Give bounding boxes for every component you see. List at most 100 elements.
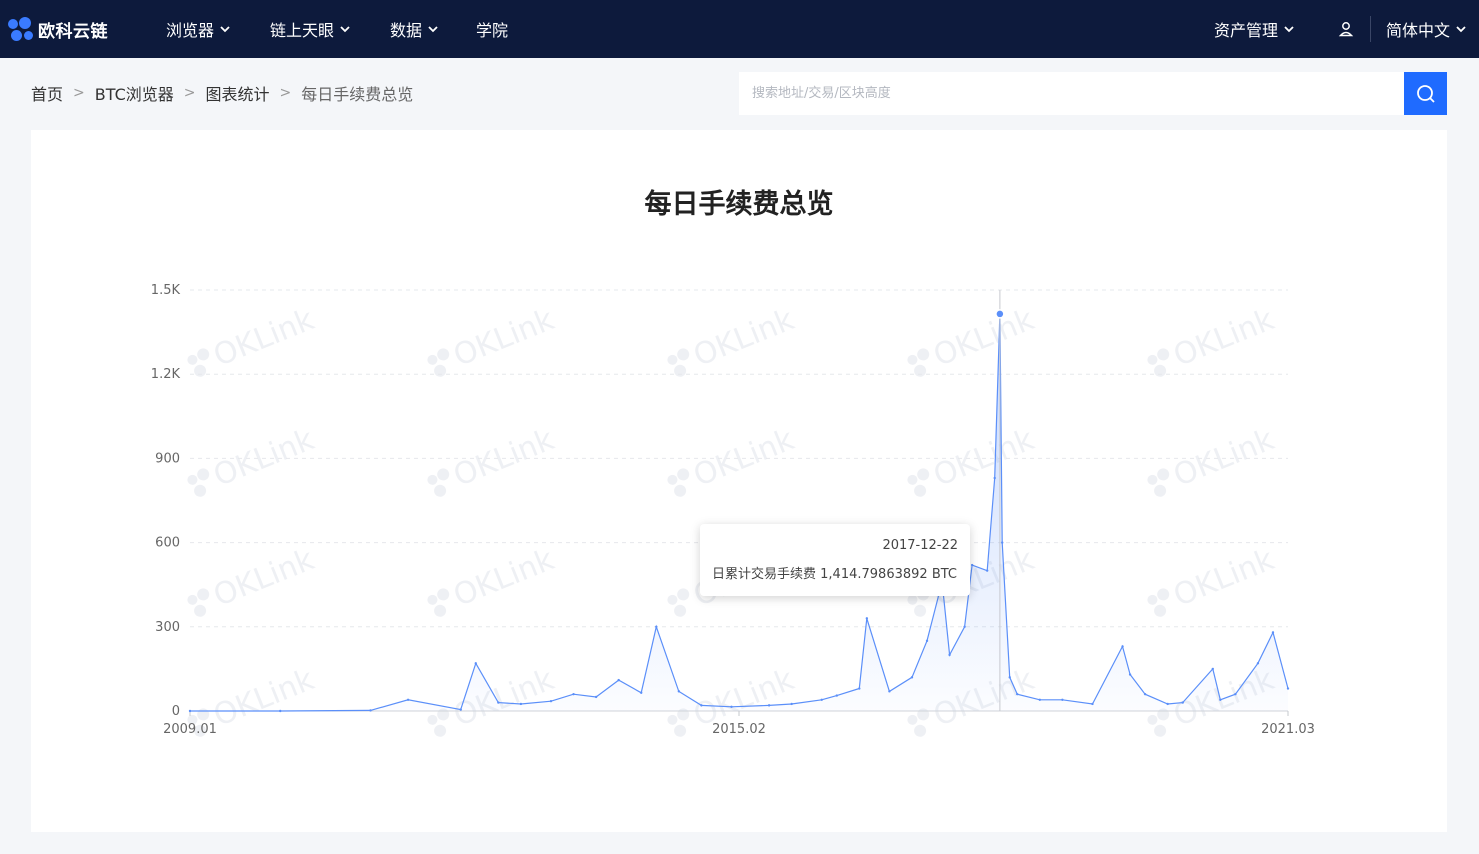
y-axis: 0 300 600 900 1.2K 1.5K [151,283,181,719]
watermark: OKLink [907,302,1040,377]
y-tick-label: 600 [155,536,180,551]
data-point [1038,698,1042,701]
tooltip-unit: BTC [931,567,958,582]
breadcrumb-separator: > [279,85,292,101]
nav-data-label: 数据 [390,21,423,40]
x-tick-label: 2009.01 [163,722,217,737]
nav-data[interactable]: 数据 [390,0,439,58]
chevron-down-icon [428,26,438,33]
data-point [1166,702,1169,706]
chart-tooltip: 2017-12-22 日累计交易手续费 1,414.79863892 BTC [700,524,970,596]
logo-text: 欧科云链 [38,21,108,42]
watermark: OKLink [187,422,320,497]
data-point [730,705,733,708]
data-point [279,709,282,713]
data-point [519,702,523,706]
breadcrumb-btc-browser[interactable]: BTC浏览器 [95,81,174,105]
data-point [677,690,681,693]
svg-text:OKLink: OKLink [1169,542,1280,614]
data-point [1001,541,1004,544]
svg-text:OKLink: OKLink [209,422,320,494]
data-point [459,708,462,711]
x-tick-label: 2015.02 [712,722,766,737]
search-button[interactable] [1404,72,1447,115]
data-point [820,698,823,701]
breadcrumb-chart-stats[interactable]: 图表统计 [205,81,269,105]
nav-academy-label: 学院 [476,21,509,40]
y-tick-label: 900 [155,451,180,466]
watermark: OKLink [1147,422,1280,497]
svg-text:OKLink: OKLink [1169,302,1280,374]
y-tick-label: 1.2K [151,367,181,382]
y-tick-label: 300 [155,620,180,635]
data-point [790,702,793,706]
svg-text:OKLink: OKLink [929,302,1040,374]
data-point [1181,701,1184,704]
search-input[interactable] [739,72,1404,115]
svg-text:OKLink: OKLink [449,302,560,374]
user-icon [1338,22,1354,37]
data-point [1219,698,1222,701]
user-button[interactable] [1338,0,1354,58]
watermark: OKLink [1147,542,1280,617]
fee-chart[interactable]: OKLink OKLink OKLink OKLink OKLink OKLink OKLi… [31,130,1447,832]
breadcrumb-separator: > [183,85,196,101]
data-point [767,704,771,707]
data-point [1271,631,1275,634]
data-point [700,704,703,707]
data-point [948,653,951,657]
data-point [985,569,989,572]
watermark: OKLink [427,302,560,377]
data-point [888,690,891,693]
data-point [1286,687,1290,690]
watermark: OKLink [907,422,1040,497]
watermark: OKLink [667,302,800,377]
nav-divider [1370,16,1371,42]
data-point [1091,702,1094,706]
language-selector[interactable]: 简体中文 [1386,0,1467,58]
svg-text:OKLink: OKLink [449,422,560,494]
data-point [993,476,996,480]
language-label: 简体中文 [1386,21,1451,40]
data-point [594,695,598,699]
data-point [1211,667,1214,671]
chevron-down-icon [1456,26,1466,33]
data-point [1008,676,1011,679]
svg-text:OKLink: OKLink [689,422,800,494]
chevron-down-icon [220,26,230,33]
svg-text:OKLink: OKLink [1169,422,1280,494]
x-axis: 2009.01 2015.02 2021.03 [163,711,1315,737]
hover-point [995,309,1005,319]
breadcrumb-home[interactable]: 首页 [31,81,63,105]
nav-academy[interactable]: 学院 [476,0,508,58]
data-point [572,692,575,696]
data-point [1256,662,1260,665]
breadcrumb-separator: > [73,85,85,101]
nav-browser-label: 浏览器 [166,21,215,40]
data-point [1121,645,1124,648]
breadcrumb-current: 每日手续费总览 [301,85,414,104]
logo[interactable]: 欧科云链 [6,16,108,42]
data-point [1016,692,1019,696]
data-point [858,687,861,690]
search-icon [1416,84,1435,103]
data-point [406,698,410,701]
data-point [835,694,838,697]
y-tick-label: 0 [172,704,180,719]
data-point [549,699,553,703]
y-tick-label: 1.5K [151,283,181,298]
watermark: OKLink [427,542,560,617]
nav-onchain-eye-label: 链上天眼 [270,21,335,40]
data-point [188,709,192,713]
chevron-down-icon [340,26,350,33]
data-point [369,709,372,712]
tooltip-label: 日累计交易手续费 [712,567,817,582]
nav-onchain-eye[interactable]: 链上天眼 [270,0,351,58]
svg-text:OKLink: OKLink [929,422,1040,494]
data-point [970,563,974,567]
nav-asset-management-label: 资产管理 [1214,21,1279,40]
nav-asset-management[interactable]: 资产管理 [1214,0,1295,58]
nav-browser[interactable]: 浏览器 [166,0,231,58]
tooltip-value-line: 日累计交易手续费 1,414.79863892 BTC [712,563,958,582]
data-point [910,676,914,679]
